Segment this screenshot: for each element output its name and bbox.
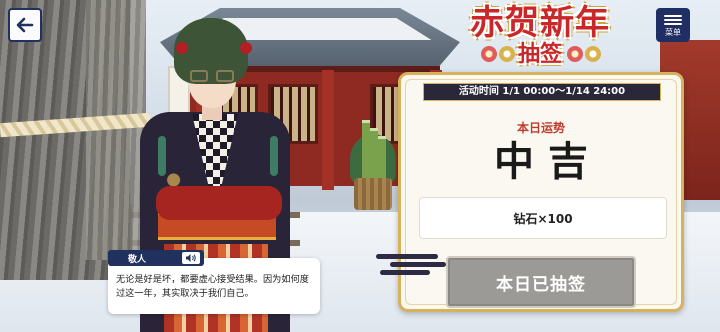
already-drawn-button[interactable]: 本日已抽签 [446,256,636,308]
back-arrow-icon [16,17,34,33]
dialogue-text: 无论是好是坏，都要虚心接受结果。因为如何度过这一年，其实取决于我们自己。 [116,274,309,299]
speaker-name: 敬人 [128,254,147,265]
voice-button[interactable] [182,252,200,264]
glasses [190,70,234,82]
hair-ribbon [176,42,188,54]
event-logo: 赤贺新年 抽签 [440,4,640,76]
reward-text: 钻石×100 [513,211,573,226]
speaker-tab: 敬人 [108,250,204,266]
robe-tassel [158,136,166,176]
kadomatsu-decoration [350,120,396,210]
back-button[interactable] [8,8,42,42]
speaker-volume-icon [186,254,196,262]
robe-tassel [270,136,278,176]
fortune-result: 中吉 [494,138,602,185]
menu-label: 菜单 [665,28,681,37]
wave-decoration [376,250,456,276]
event-period: 活动时间 1/1 00:00～1/14 24:00 [423,83,661,101]
crossed-arms [156,186,282,220]
fortune-label: 本日运势 [516,121,565,135]
menu-button[interactable]: 菜单 [656,8,690,42]
logo-title: 赤贺新年 [470,3,610,43]
hair-ribbon [240,42,252,54]
hamburger-menu-icon [664,13,682,27]
reward-box: 钻石×100 [419,197,667,239]
shrine-pillar [322,70,334,190]
logo-subtitle: 抽签 [517,41,562,67]
